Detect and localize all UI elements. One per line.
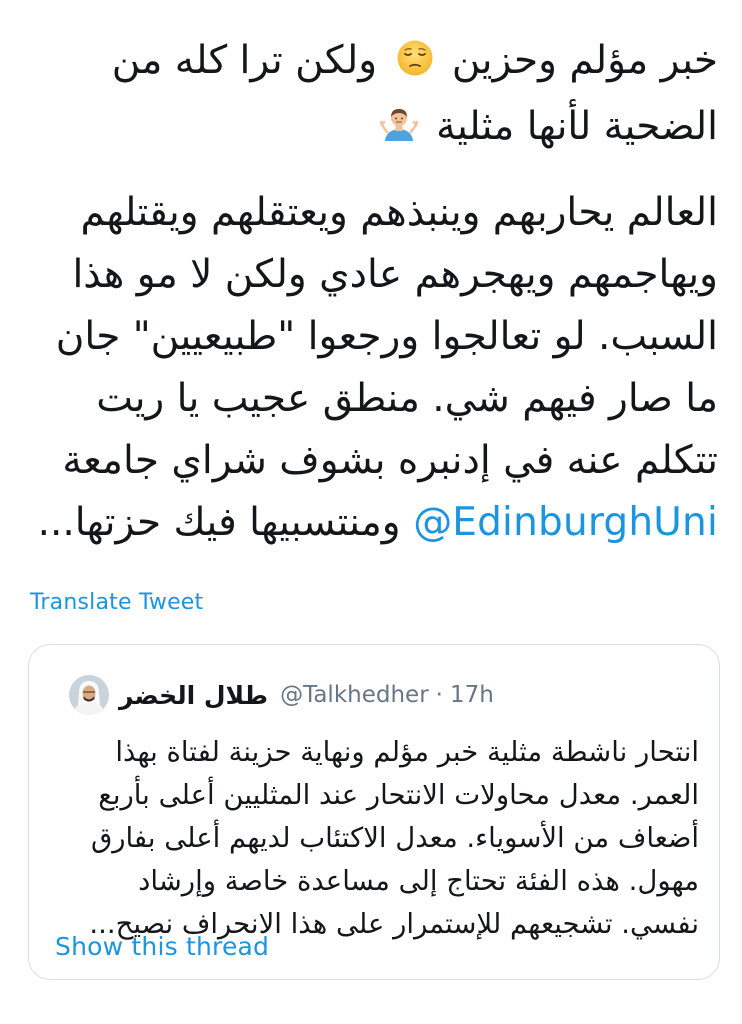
show-thread-link[interactable]: Show this thread	[55, 932, 269, 961]
tweet-body-line-4: ما صار فيهم شي. منطق عجيب يا ريت	[96, 376, 718, 421]
person-shrugging-icon	[379, 100, 418, 162]
quoted-line-1: انتحار ناشطة مثلية خبر مؤلم ونهاية حزينة…	[115, 736, 699, 768]
quoted-tweet-header: طلال الخضر @Talkhedher · 17h	[69, 675, 494, 715]
quoted-tweet-text: انتحار ناشطة مثلية خبر مؤلم ونهاية حزينة…	[51, 731, 699, 946]
quoted-timestamp: 17h	[449, 682, 494, 708]
quoted-tweet-card[interactable]: طلال الخضر @Talkhedher · 17h انتحار ناشط…	[28, 644, 720, 980]
tweet-body-line-1: العالم يحاربهم وينبذهم ويعتقلهم ويقتلهم	[80, 190, 718, 235]
quoted-line-2: العمر. معدل محاولات الانتحار عند المثليي…	[98, 779, 699, 811]
quoted-author-name[interactable]: طلال الخضر	[119, 681, 268, 710]
tweet-line-2: الضحية لأنها مثلية	[436, 104, 718, 149]
tweet-text: خبر مؤلم وحزين ولكن ترا كله من الضحية لأ…	[20, 30, 718, 554]
tweet-intro: خبر مؤلم وحزين ولكن ترا كله من الضحية لأ…	[20, 30, 718, 162]
quoted-author-handle[interactable]: @Talkhedher	[280, 682, 429, 708]
tweet-line-1: خبر مؤلم وحزين	[451, 38, 718, 83]
tweet-body-line-2: ويهاجمهم ويهجرهم عادي ولكن لا مو هذا	[72, 252, 718, 297]
quoted-line-4: مهول. هذه الفئة تحتاج إلى مساعدة خاصة وإ…	[138, 865, 699, 897]
tweet-body-line-5: تتكلم عنه في إدنبره بشوف شراي جامعة	[62, 438, 718, 483]
pensive-face-icon	[396, 34, 434, 96]
tweet-body-line-6-tail: ومنتسبيها فيك حزتها...	[37, 500, 401, 545]
mention-link[interactable]: @EdinburghUni	[413, 500, 718, 545]
tweet-body-line-3: السبب. لو تعالجوا ورجعوا "طبيعيين" جان	[55, 314, 718, 359]
separator-dot: ·	[435, 682, 443, 708]
quoted-line-3: أضعاف من الأسوياء. معدل الاكتئاب لديهم أ…	[90, 822, 699, 854]
tweet-main-paragraph: العالم يحاربهم وينبذهم ويعتقلهم ويقتلهم …	[20, 182, 718, 554]
avatar[interactable]	[69, 675, 109, 715]
translate-tweet-link[interactable]: Translate Tweet	[30, 590, 203, 615]
tweet-line-1-tail: ولكن ترا كله من	[111, 38, 378, 83]
